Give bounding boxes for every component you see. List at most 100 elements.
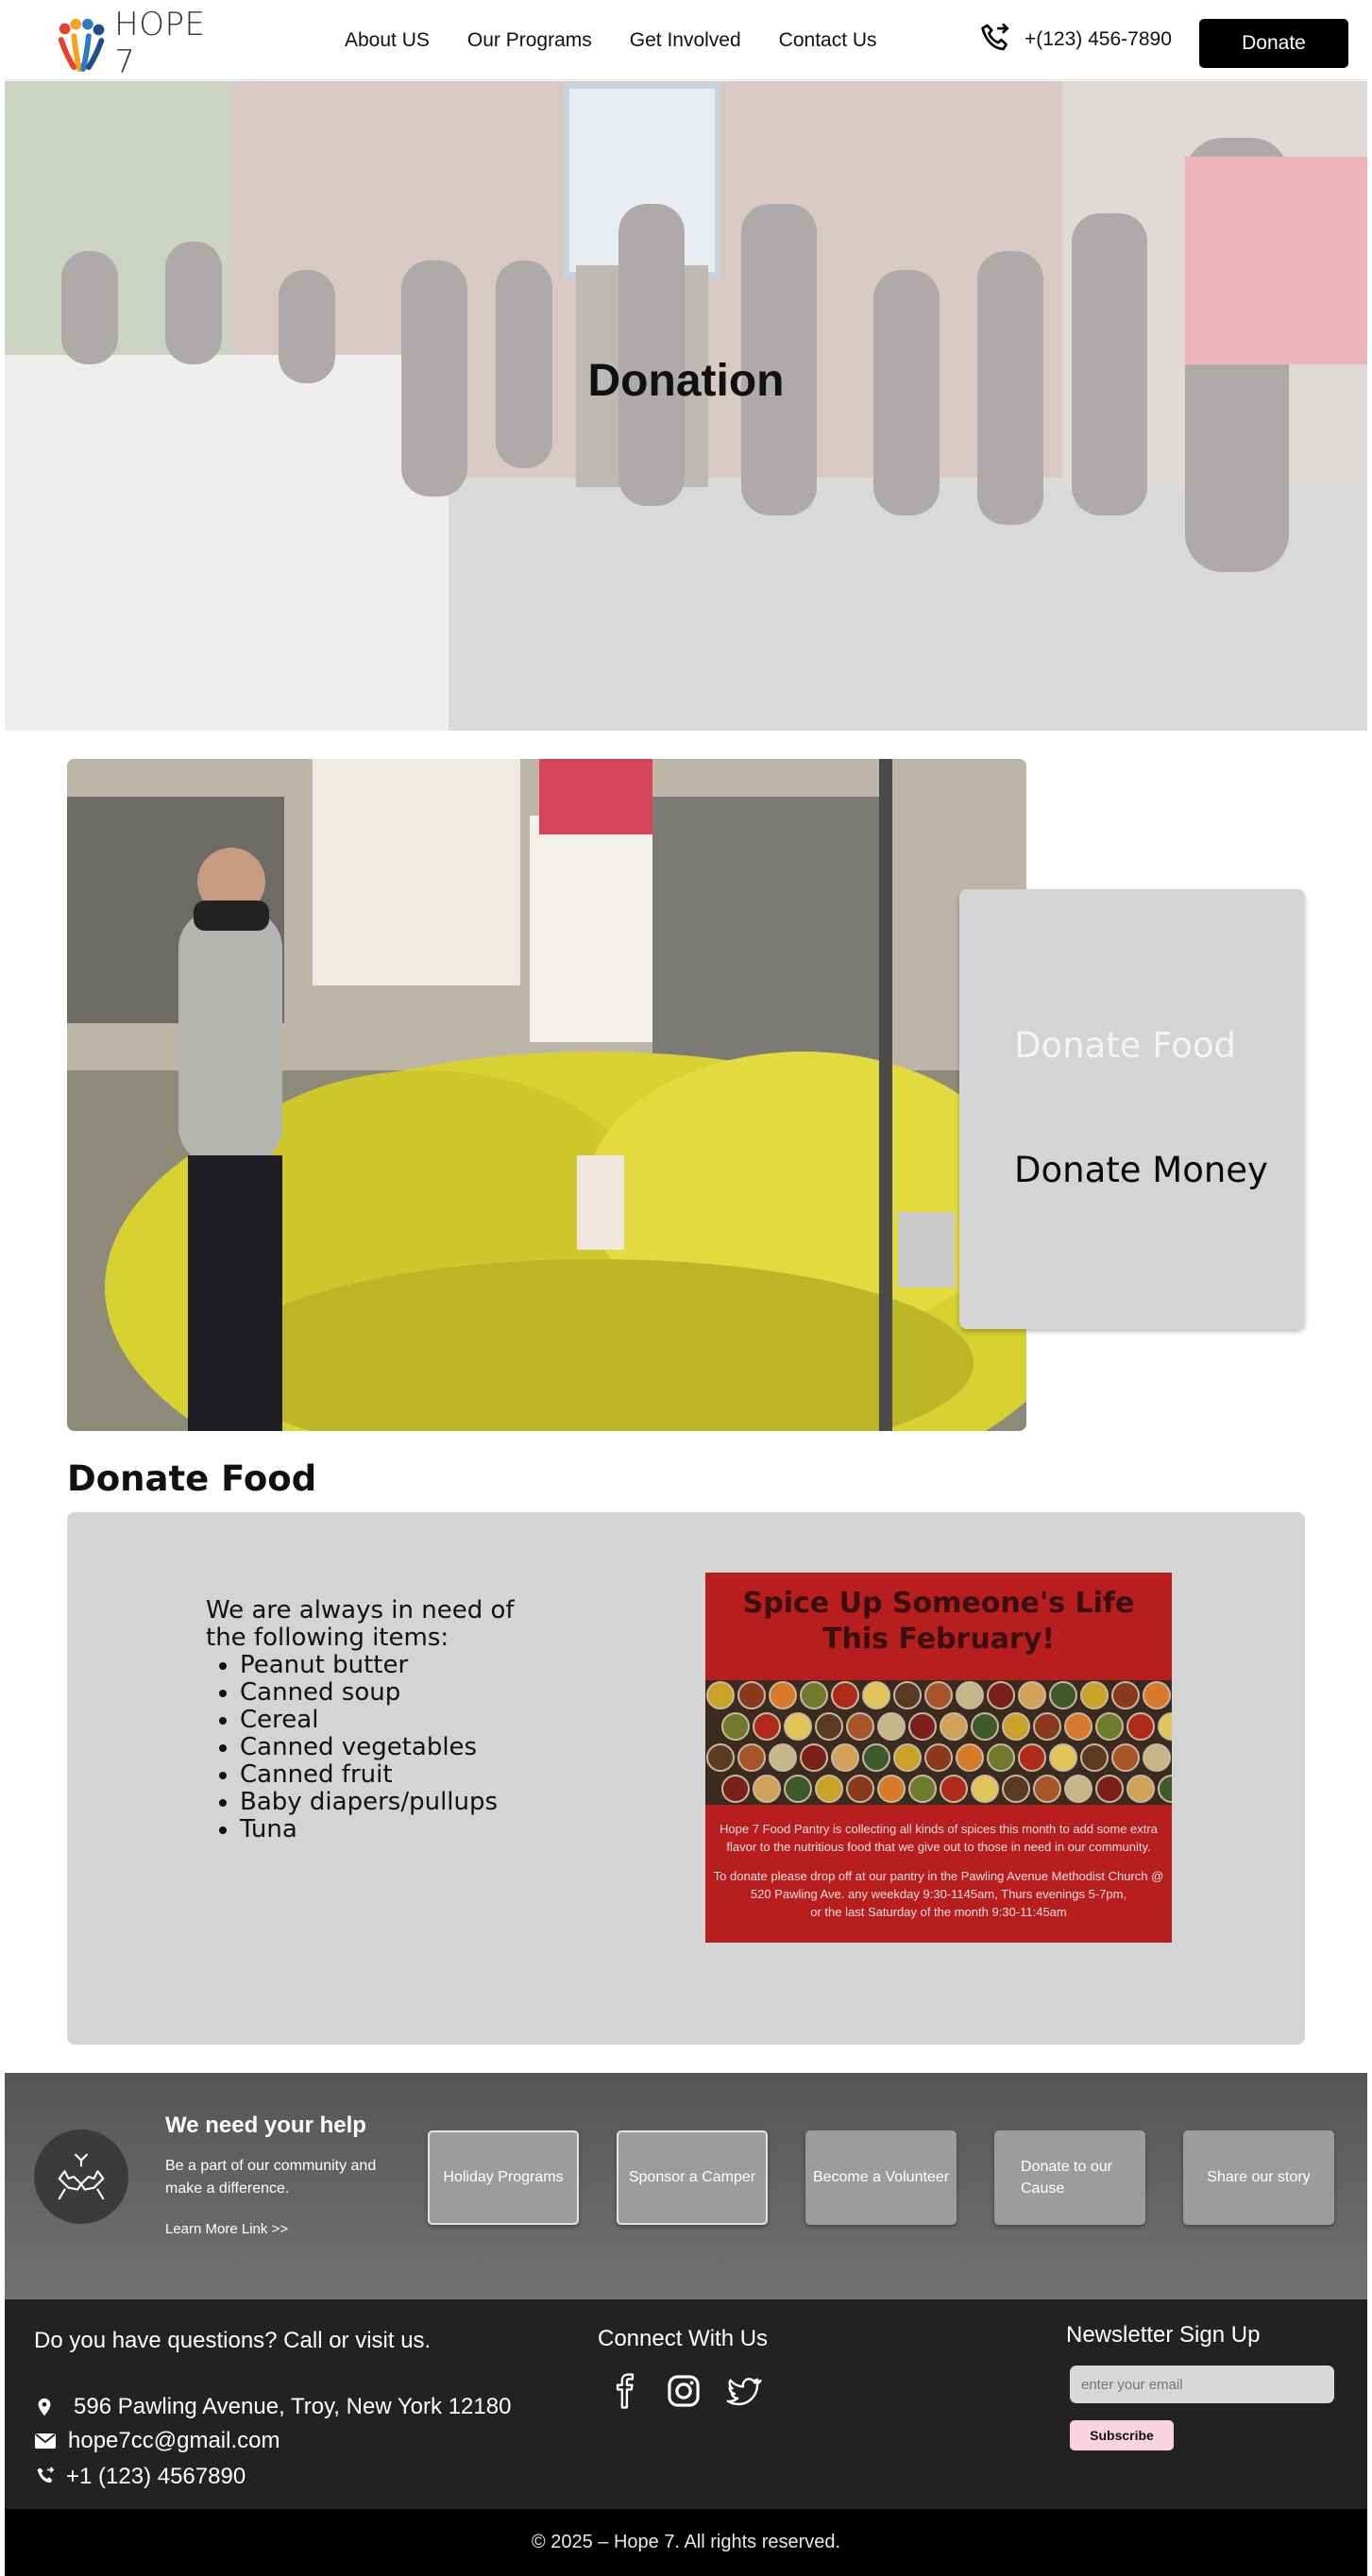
spice-bowl (862, 1743, 890, 1772)
spice-bowl (1143, 1681, 1171, 1709)
helping-hands-icon (34, 2130, 128, 2224)
footer-address-row: 596 Pawling Avenue, Troy, New York 12180 (34, 2394, 511, 2420)
footer-address-link[interactable]: 596 Pawling Avenue, Troy, New York 12180 (74, 2394, 511, 2420)
spice-bowl (877, 1775, 906, 1803)
spice-bowl (800, 1681, 828, 1709)
share-our-story-button[interactable]: Share our story (1183, 2130, 1334, 2225)
spice-bowl (721, 1712, 750, 1741)
page-title: Donation (587, 356, 785, 406)
spice-bowl (1049, 1681, 1077, 1709)
spice-bowl (956, 1743, 984, 1772)
spice-bowl (987, 1681, 1015, 1709)
spice-bowl (1111, 1681, 1140, 1709)
donate-to-cause-button[interactable]: Donate to our Cause (994, 2130, 1145, 2225)
learn-more-link[interactable]: Learn More Link >> (165, 2221, 288, 2237)
donate-food-option[interactable]: Donate Food (1014, 1025, 1236, 1066)
needed-items-intro: We are always in need of the following i… (206, 1596, 515, 1652)
list-item: Canned vegetables (240, 1734, 546, 1761)
spice-bowl (1080, 1681, 1109, 1709)
spice-bowl (706, 1681, 735, 1709)
become-a-volunteer-button[interactable]: Become a Volunteer (805, 2130, 957, 2225)
nav-get-involved[interactable]: Get Involved (630, 29, 741, 52)
donation-type-selector: Donate Food Donate Money (959, 889, 1305, 1329)
footer-email-link[interactable]: hope7cc@gmail.com (68, 2428, 279, 2454)
phone-call-icon (981, 23, 1009, 51)
nav-our-programs[interactable]: Our Programs (467, 29, 592, 52)
food-donation-photo (67, 759, 1026, 1431)
spice-bowl (737, 1743, 766, 1772)
instagram-icon[interactable] (666, 2373, 702, 2409)
header-phone[interactable]: +(123) 456-7890 (977, 22, 1172, 58)
spice-bowl (893, 1743, 922, 1772)
spice-drive-flyer: Spice Up Someone's Life This February! H… (705, 1573, 1172, 1943)
spice-bowl (940, 1775, 968, 1803)
spice-bowl (831, 1681, 859, 1709)
newsletter-email-input[interactable] (1070, 2366, 1334, 2403)
spice-bowl (846, 1775, 874, 1803)
nav-about-us[interactable]: About US (345, 29, 430, 52)
hero-banner: Donation (5, 81, 1367, 731)
subscribe-button[interactable]: Subscribe (1070, 2420, 1174, 2450)
spice-bowl (877, 1712, 906, 1741)
spice-bowl (769, 1681, 797, 1709)
spice-bowl (737, 1681, 766, 1709)
facebook-icon[interactable] (607, 2373, 643, 2409)
spice-bowls-image (705, 1680, 1172, 1805)
flyer-text-2: To donate please drop off at our pantry … (713, 1869, 1164, 1901)
sponsor-a-camper-button[interactable]: Sponsor a Camper (617, 2130, 768, 2225)
spice-bowl (1033, 1712, 1061, 1741)
nav-contact-us[interactable]: Contact Us (779, 29, 877, 52)
spice-bowl (1095, 1775, 1124, 1803)
flyer-headline: Spice Up Someone's Life This February! (742, 1587, 1135, 1656)
spice-bowl (893, 1681, 922, 1709)
spice-bowl (1064, 1712, 1093, 1741)
spice-bowl (1143, 1743, 1171, 1772)
needed-items: We are always in need of the following i… (206, 1597, 546, 1844)
donate-money-option[interactable]: Donate Money (1014, 1150, 1268, 1190)
holiday-programs-button[interactable]: Holiday Programs (428, 2130, 579, 2225)
spice-bowl (800, 1743, 828, 1772)
social-links (607, 2373, 762, 2409)
list-item: Cereal (240, 1707, 546, 1734)
spice-bowl (1002, 1775, 1030, 1803)
spice-bowl (1111, 1743, 1140, 1772)
spice-bowl (924, 1743, 953, 1772)
spice-bowl (1064, 1775, 1093, 1803)
copyright-bar: © 2025 – Hope 7. All rights reserved. (5, 2509, 1367, 2576)
flyer-text-1: Hope 7 Food Pantry is collecting all kin… (720, 1822, 1158, 1854)
footer-email-row: hope7cc@gmail.com (34, 2428, 279, 2454)
spice-bowl (753, 1712, 781, 1741)
main-nav: About US Our Programs Get Involved Conta… (345, 29, 877, 52)
spice-bowl (815, 1712, 843, 1741)
twitter-icon[interactable] (724, 2373, 762, 2409)
connect-title: Connect With Us (598, 2326, 769, 2351)
site-footer: Do you have questions? Call or visit us.… (5, 2299, 1367, 2509)
spice-bowl (1018, 1743, 1046, 1772)
flyer-body: Hope 7 Food Pantry is collecting all kin… (705, 1820, 1172, 1921)
header-phone-number: +(123) 456-7890 (1025, 28, 1172, 50)
spice-bowl (940, 1712, 968, 1741)
donate-button[interactable]: Donate (1199, 19, 1348, 68)
spice-bowl (815, 1775, 843, 1803)
spice-bowl (971, 1712, 999, 1741)
map-pin-icon (38, 2398, 51, 2416)
spice-bowl (1126, 1712, 1155, 1741)
site-header: HOPE 7 About US Our Programs Get Involve… (5, 5, 1367, 81)
spice-bowl (706, 1743, 735, 1772)
footer-question: Do you have questions? Call or visit us. (34, 2328, 432, 2353)
spice-bowl (971, 1775, 999, 1803)
spice-bowl (1002, 1712, 1030, 1741)
list-item: Baby diapers/pullups (240, 1789, 546, 1816)
help-title: We need your help (165, 2113, 366, 2138)
footer-phone-row: +1 (123) 4567890 (34, 2464, 246, 2490)
flyer-text-3: or the last Saturday of the month 9:30-1… (810, 1905, 1067, 1919)
spice-bowl (784, 1775, 812, 1803)
spice-bowl (1126, 1775, 1155, 1803)
spice-bowl (831, 1743, 859, 1772)
food-pantry-image (67, 759, 1026, 1431)
help-text: Be a part of our community and make a di… (165, 2158, 377, 2197)
mail-icon (35, 2433, 56, 2449)
spice-bowl (721, 1775, 750, 1803)
spice-bowl (1080, 1743, 1109, 1772)
logo[interactable]: HOPE 7 (54, 6, 233, 81)
